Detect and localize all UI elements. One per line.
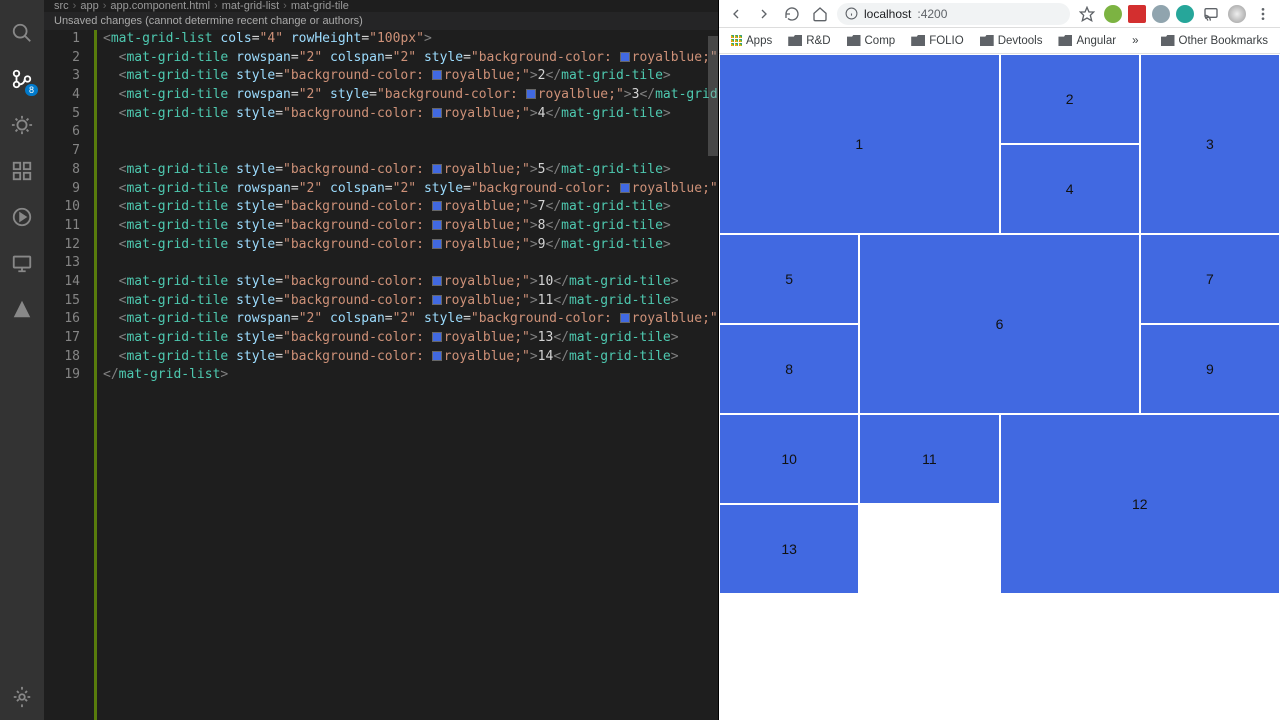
tile-label: 13 [781,541,797,557]
git-change-bar [94,30,97,720]
tile-label: 8 [785,361,793,377]
grid-tile: 9 [1140,324,1280,414]
bookmark-folder[interactable]: Angular [1052,33,1122,49]
activity-bar: 8 [0,0,44,720]
tile-label: 2 [1066,91,1074,107]
code-area[interactable]: 12345678910111213141516171819 <mat-grid-… [44,30,718,720]
source-control-icon[interactable]: 8 [0,56,44,102]
bookmark-folder[interactable]: Comp [841,33,902,49]
bookmarks-bar: Apps R&D Comp FOLIO Devtools Angular » O… [719,28,1280,54]
tile-label: 11 [922,451,937,467]
grid-tile: 7 [1140,234,1280,324]
grid-tile: 10 [719,414,859,504]
vscode-panel: 8 src› app› app.component.html› mat-grid… [0,0,718,720]
bookmark-label: » [1132,35,1138,47]
extension-icon[interactable] [1128,5,1146,23]
mat-grid-list: 1 2 3 4 5 6 7 8 9 [719,54,1280,594]
scm-badge: 8 [25,84,38,96]
grid-tile: 11 [859,414,999,504]
extension-icon[interactable] [1152,5,1170,23]
tile-label: 7 [1206,271,1214,287]
scm-message: Unsaved changes (cannot determine recent… [44,12,718,30]
debug-icon[interactable] [0,102,44,148]
bookmark-folder[interactable]: Devtools [974,33,1049,49]
line-gutter: 12345678910111213141516171819 [44,30,94,720]
url-host: localhost [864,7,911,21]
extensions-icon[interactable] [0,148,44,194]
url-port: :4200 [917,7,947,21]
remote-icon[interactable] [0,240,44,286]
other-bookmarks[interactable]: Other Bookmarks [1155,33,1274,49]
breadcrumb-seg[interactable]: mat-grid-list [222,0,279,12]
grid-tile: 8 [719,324,859,414]
profile-avatar[interactable] [1228,5,1246,23]
breadcrumb-seg[interactable]: mat-grid-tile [291,0,349,12]
cast-icon[interactable] [1200,3,1222,25]
kebab-menu-icon[interactable] [1252,3,1274,25]
bookmark-label: Comp [865,35,896,47]
breadcrumb-seg[interactable]: app.component.html [110,0,210,12]
editor: src› app› app.component.html› mat-grid-l… [44,0,718,720]
search-icon[interactable] [0,10,44,56]
address-bar[interactable]: localhost :4200 [837,3,1070,25]
code-content[interactable]: <mat-grid-list cols="4" rowHeight="100px… [103,30,718,720]
tile-label: 4 [1066,181,1074,197]
bookmark-folder[interactable]: FOLIO [905,33,970,49]
back-button[interactable] [725,3,747,25]
rendered-page: 1 2 3 4 5 6 7 8 9 [719,54,1280,720]
apps-shortcut[interactable]: Apps [725,33,778,49]
bookmark-folder[interactable]: R&D [782,33,836,49]
bookmark-star-icon[interactable] [1076,3,1098,25]
bookmark-label: Other Bookmarks [1179,35,1268,47]
breadcrumb-seg[interactable]: app [80,0,98,12]
settings-gear-icon[interactable] [0,674,44,720]
run-icon[interactable] [0,194,44,240]
bookmark-label: Devtools [998,35,1043,47]
bookmark-label: Apps [746,35,772,47]
azure-icon[interactable] [0,286,44,332]
extension-icon[interactable] [1176,5,1194,23]
breadcrumb-seg[interactable]: src [54,0,69,12]
extension-icon[interactable] [1104,5,1122,23]
browser-toolbar: localhost :4200 [719,0,1280,28]
browser-panel: localhost :4200 Apps R&D Comp FOLIO Devto… [718,0,1280,720]
editor-scrollbar[interactable] [708,30,718,720]
scrollbar-thumb[interactable] [708,36,718,156]
grid-tile: 2 [1000,54,1140,144]
reload-button[interactable] [781,3,803,25]
tile-label: 5 [785,271,793,287]
info-icon [845,7,858,20]
bookmark-label: FOLIO [929,35,964,47]
grid-tile: 13 [719,504,859,594]
tile-label: 10 [781,451,797,467]
bookmark-label: Angular [1076,35,1116,47]
breadcrumb[interactable]: src› app› app.component.html› mat-grid-l… [44,0,718,12]
bookmark-label: R&D [806,35,830,47]
home-button[interactable] [809,3,831,25]
grid-tile: 5 [719,234,859,324]
tile-label: 9 [1206,361,1214,377]
forward-button[interactable] [753,3,775,25]
bookmark-overflow[interactable]: » [1126,33,1144,49]
grid-tile: 4 [1000,144,1140,234]
